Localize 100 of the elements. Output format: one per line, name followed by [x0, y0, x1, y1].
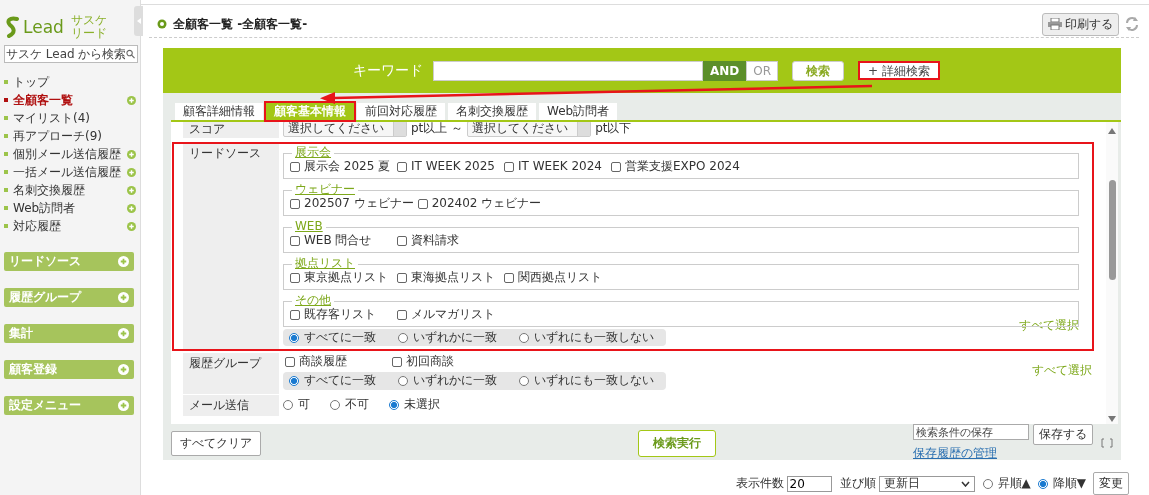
add-icon: [118, 328, 129, 339]
checkbox-label: 関西拠点リスト: [518, 271, 602, 285]
save-name-field[interactable]: 検索条件の保存: [913, 424, 1029, 440]
checkbox[interactable]: [417, 198, 428, 209]
save-button[interactable]: 保存する: [1033, 424, 1093, 445]
add-icon: [118, 292, 129, 303]
checkbox[interactable]: [397, 161, 407, 172]
logo-subtitle: リード: [70, 26, 107, 40]
sort-select[interactable]: 更新日: [878, 475, 975, 492]
checkbox-label: IT WEEK 2024: [518, 160, 602, 174]
radio-button[interactable]: [519, 375, 529, 386]
tab[interactable]: Web訪問者: [539, 103, 618, 120]
checkbox-label: 初回商談: [406, 355, 454, 369]
radio-button[interactable]: [330, 400, 340, 411]
radio-label: 降順▼: [1052, 476, 1086, 491]
checkbox[interactable]: [397, 272, 407, 283]
radio-label: 不可: [345, 398, 369, 412]
checkbox[interactable]: [397, 309, 407, 320]
unit-text: pt以下: [595, 122, 632, 137]
checkbox[interactable]: [397, 235, 407, 246]
checkbox-label: 資料請求: [411, 234, 459, 248]
radio-button[interactable]: [389, 400, 399, 411]
checkbox-label: メルマガリスト: [411, 308, 495, 322]
sidebar-item[interactable]: 名刺交換履歴: [13, 181, 127, 199]
radio-button[interactable]: [283, 400, 293, 411]
scrollbar-thumb[interactable]: [1108, 180, 1116, 280]
history-link[interactable]: 保存履歴の管理: [913, 445, 1093, 462]
checkbox-label: 202507 ウェビナー: [304, 197, 414, 211]
radio-button[interactable]: [1037, 478, 1048, 489]
checkbox[interactable]: [392, 356, 402, 367]
checkbox[interactable]: [290, 198, 300, 209]
logo-text: Lead: [23, 16, 64, 37]
sidebar-item[interactable]: マイリスト(4): [13, 109, 140, 127]
radio-button[interactable]: [398, 332, 408, 343]
select-field[interactable]: 選択してください: [283, 122, 407, 137]
checkbox-label: 202402 ウェビナー: [431, 197, 542, 211]
brackets-icon[interactable]: [1101, 438, 1113, 448]
field-label: メール送信: [189, 397, 249, 412]
add-icon: [118, 364, 129, 375]
scroll-down-icon[interactable]: [1108, 416, 1116, 422]
checkbox[interactable]: [611, 161, 621, 172]
scroll-up-icon[interactable]: [1108, 128, 1116, 134]
refresh-icon[interactable]: [1125, 16, 1139, 32]
checkbox[interactable]: [285, 356, 295, 367]
title-bullet-icon: [157, 19, 167, 29]
detail-search-button[interactable]: + 詳細検索: [858, 61, 940, 80]
chevron-down-icon: [960, 480, 970, 487]
select-field[interactable]: 選択してください: [467, 122, 592, 137]
tab[interactable]: 前回対応履歴: [357, 103, 445, 120]
checkbox[interactable]: [290, 272, 300, 283]
tab[interactable]: 顧客詳細情報: [175, 103, 263, 120]
checkbox[interactable]: [290, 309, 300, 320]
field-label: スコア: [189, 122, 225, 136]
checkbox[interactable]: [290, 161, 300, 172]
field-label: リードソース: [189, 146, 261, 160]
count-field[interactable]: 20: [786, 475, 832, 492]
radio-label: 可: [298, 398, 310, 412]
radio-label: いずれかに一致: [413, 374, 497, 388]
checkbox-label: WEB 問合せ: [304, 234, 372, 248]
sidebar-item[interactable]: 一括メール送信履歴: [13, 163, 127, 181]
add-icon: [118, 256, 129, 267]
unit-text: pt以上 ～: [411, 122, 464, 137]
sidebar-item[interactable]: トップ: [13, 73, 140, 91]
sidebar-item[interactable]: 個別メール送信履歴: [13, 145, 127, 163]
radio-label: 未選択: [404, 398, 440, 412]
search-field[interactable]: サスケ Lead から検索: [4, 45, 138, 63]
radio-label: すべてに一致: [304, 374, 376, 388]
sidebar-item[interactable]: 再アプローチ(9): [13, 127, 140, 145]
radio-label: すべてに一致: [304, 331, 376, 345]
keyword-label: キーワード: [353, 61, 423, 80]
checkbox-label: 営業支援EXPO 2024: [625, 160, 740, 174]
checkbox-label: 東京拠点リスト: [304, 271, 388, 285]
radio-button[interactable]: [289, 332, 299, 343]
sidebar-item[interactable]: 対応履歴: [13, 217, 127, 235]
radio-button[interactable]: [519, 332, 529, 343]
field-label: 履歴グループ: [189, 356, 261, 371]
mode-toggle[interactable]: AND: [703, 60, 747, 81]
checkbox-label: 商談履歴: [299, 355, 347, 369]
caret-icon: [136, 18, 141, 24]
add-icon: [118, 400, 129, 411]
radio-button[interactable]: [398, 375, 408, 386]
radio-button[interactable]: [289, 375, 299, 386]
checkbox[interactable]: [504, 272, 514, 283]
sidebar-item[interactable]: 全顧客一覧: [13, 91, 127, 109]
checkbox-label: 既存客リスト: [304, 308, 376, 322]
keyword-field[interactable]: [433, 60, 703, 81]
checkbox[interactable]: [290, 235, 300, 246]
change-button[interactable]: 変更: [1093, 472, 1129, 495]
clear-all-button[interactable]: すべてクリア: [171, 430, 261, 456]
print-button[interactable]: 印刷する: [1042, 12, 1119, 36]
checkbox[interactable]: [504, 161, 514, 172]
printer-icon: [1048, 18, 1062, 30]
scrollbar[interactable]: [1106, 122, 1118, 424]
logo-icon: [4, 15, 20, 38]
radio-label: いずれにも一致しない: [534, 331, 654, 345]
radio-button[interactable]: [982, 478, 993, 489]
sidebar-item[interactable]: Web訪問者: [13, 199, 127, 217]
tab[interactable]: 名刺交換履歴: [448, 103, 536, 120]
sort-label: 並び順: [839, 475, 876, 492]
radio-label: 昇順▲: [997, 476, 1031, 491]
